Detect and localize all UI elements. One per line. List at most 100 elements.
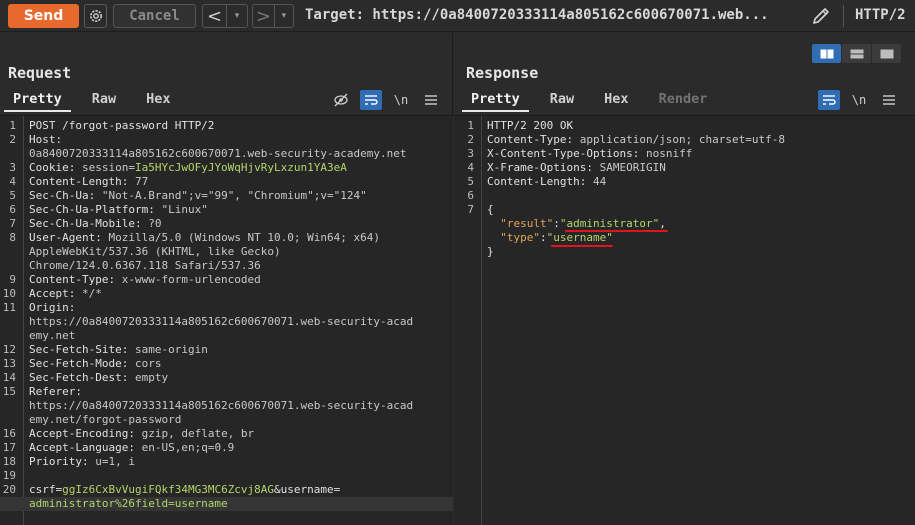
line-number: 16 — [2, 427, 16, 440]
code-line: 2 Content-Type: application/json; charset… — [454, 133, 915, 147]
line-text: X-Content-Type-Options: nosniff — [487, 147, 692, 161]
line-text: Sec-Ch-Ua: "Not-A.Brand";v="99", "Chromi… — [29, 189, 367, 203]
response-title: Response — [466, 64, 539, 82]
cancel-button[interactable]: Cancel — [113, 4, 196, 28]
code-line: 1 HTTP/2 200 OK — [454, 119, 915, 133]
line-text: Accept-Encoding: gzip, deflate, br — [29, 427, 254, 441]
newline-toggle[interactable]: \n — [390, 90, 412, 110]
token: Cookie: — [29, 161, 82, 174]
code-line: Chrome/124.0.6367.118 Safari/537.36 — [0, 259, 453, 273]
token: Chrome/124.0.6367.118 Safari/537.36 — [29, 259, 261, 272]
line-number: 13 — [2, 357, 16, 370]
token: "type" — [500, 231, 540, 244]
token: Sec-Fetch-Mode: — [29, 357, 135, 370]
token: Sec-Ch-Ua: — [29, 189, 102, 202]
line-number: 6 — [9, 203, 16, 216]
code-line: 15 Referer: — [0, 385, 453, 399]
token: Content-Length: — [29, 175, 135, 188]
token: : — [553, 217, 560, 230]
token: same-origin — [134, 343, 208, 356]
code-line: 9 Content-Type: x-www-form-urlencoded — [0, 273, 453, 287]
tab-hex[interactable]: Hex — [595, 88, 637, 112]
chevron-down-icon[interactable]: ▾ — [275, 5, 293, 27]
line-number: 7 — [467, 203, 474, 216]
line-text: Content-Length: 44 — [487, 175, 606, 189]
line-text: Cookie: session=Ia5HYcJwOFyJYoWqHjvRyLxz… — [29, 161, 347, 175]
code-line: 3 Cookie: session=Ia5HYcJwOFyJYoWqHjvRyLx… — [0, 161, 453, 175]
token: Priority: — [29, 455, 96, 468]
pencil-edit-icon[interactable] — [810, 5, 832, 27]
code-line: 5 Sec-Ch-Ua: "Not-A.Brand";v="99", "Chrom… — [0, 189, 453, 203]
token: emy.net/forgot-password — [29, 413, 182, 426]
toolbar: Send Cancel < ▾ > ▾ Target: https://0a84… — [0, 0, 915, 32]
token: "result" — [500, 217, 554, 230]
line-text: emy.net/forgot-password — [29, 413, 181, 427]
line-number: 1 — [9, 119, 16, 132]
menu-icon[interactable] — [878, 90, 900, 110]
token: session= — [81, 161, 135, 174]
token: Content-Length: — [487, 175, 593, 188]
token: Accept: — [29, 287, 82, 300]
code-line: 5 Content-Length: 44 — [454, 175, 915, 189]
back-arrow-icon[interactable]: < — [203, 5, 227, 27]
token: https://0a8400720333114a805162c600670071… — [29, 399, 414, 412]
chevron-down-icon[interactable]: ▾ — [227, 5, 247, 27]
layout-tabs-icon[interactable] — [872, 44, 901, 63]
request-editor[interactable]: 1 POST /forgot-password HTTP/2 2 Host: 0a84… — [0, 115, 453, 525]
line-number: 9 — [9, 273, 16, 286]
code-line: AppleWebKit/537.36 (KHTML, like Gecko) — [0, 245, 453, 259]
tab-render[interactable]: Render — [650, 88, 717, 112]
line-number: 18 — [2, 455, 16, 468]
wrap-lines-icon[interactable] — [818, 90, 840, 110]
tab-raw[interactable]: Raw — [83, 88, 125, 112]
line-text: } — [487, 245, 494, 259]
wrap-lines-icon[interactable] — [360, 90, 382, 110]
layout-switcher — [811, 44, 901, 63]
line-text: X-Frame-Options: SAMEORIGIN — [487, 161, 666, 175]
token: { — [487, 203, 494, 216]
http-version[interactable]: HTTP/2 — [855, 7, 906, 23]
newline-toggle[interactable]: \n — [848, 90, 870, 110]
layout-side-by-side-icon[interactable] — [812, 44, 841, 63]
tab-pretty[interactable]: Pretty — [4, 88, 71, 112]
annotation-underline — [551, 245, 613, 247]
line-text: AppleWebKit/537.36 (KHTML, like Gecko) — [29, 245, 281, 259]
line-number: 20 — [2, 483, 16, 496]
line-text: Referer: — [29, 385, 89, 399]
line-number: 15 — [2, 385, 16, 398]
line-text: Content-Length: 77 — [29, 175, 148, 189]
request-title: Request — [8, 64, 72, 82]
token: Accept-Language: — [29, 441, 142, 454]
line-text: POST /forgot-password HTTP/2 — [29, 119, 214, 133]
tab-raw[interactable]: Raw — [541, 88, 583, 112]
layout-stacked-icon[interactable] — [842, 44, 871, 63]
send-button[interactable]: Send — [8, 4, 79, 28]
line-text: Origin: — [29, 301, 82, 315]
settings-gear-button[interactable] — [84, 4, 107, 28]
line-number: 3 — [467, 147, 474, 160]
code-line: 16 Accept-Encoding: gzip, deflate, br — [0, 427, 453, 441]
token: gzip, deflate, br — [141, 427, 255, 440]
tab-hex[interactable]: Hex — [137, 88, 179, 112]
eye-slash-icon[interactable] — [330, 90, 352, 110]
code-line: emy.net — [0, 329, 453, 343]
token: empty — [134, 371, 169, 384]
line-text: https://0a8400720333114a805162c600670071… — [29, 399, 413, 413]
token: POST /forgot-password HTTP/2 — [29, 119, 215, 132]
gear-icon — [89, 10, 102, 22]
token: u=1, i — [95, 455, 135, 468]
code-line: "result":"administrator", — [454, 217, 915, 231]
token: Host: — [29, 133, 69, 146]
code-line: 14 Sec-Fetch-Dest: empty — [0, 371, 453, 385]
token: &username= — [274, 483, 341, 496]
response-editor[interactable]: 1 HTTP/2 200 OK 2 Content-Type: application… — [454, 115, 915, 525]
code-line: emy.net/forgot-password — [0, 413, 453, 427]
forward-arrow-icon[interactable]: > — [253, 5, 275, 27]
menu-icon[interactable] — [420, 90, 442, 110]
tab-pretty[interactable]: Pretty — [462, 88, 529, 112]
line-number: 1 — [467, 119, 474, 132]
token: emy.net — [29, 329, 76, 342]
token: "administrator" — [559, 217, 660, 230]
token: ggIz6CxBvVugiFQkf34MG3MC6Zcvj8AG — [62, 483, 275, 496]
